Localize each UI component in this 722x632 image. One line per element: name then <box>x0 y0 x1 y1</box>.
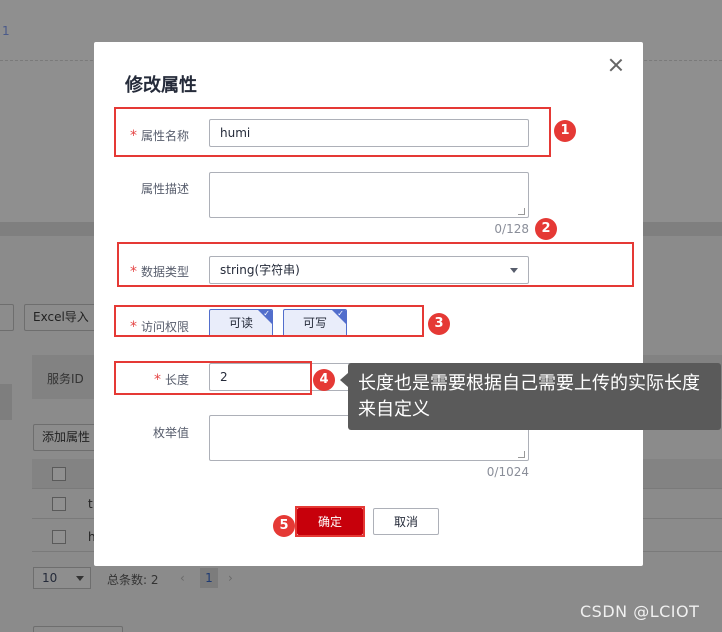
annotation-badge: 2 <box>535 218 557 240</box>
annotation-badge: 1 <box>554 120 576 142</box>
total-count: 总条数: 2 <box>107 573 159 587</box>
property-description-textarea[interactable] <box>209 172 529 218</box>
annotation-box <box>295 506 365 537</box>
chevron-right-icon[interactable]: › <box>228 571 233 585</box>
annotation-badge: 3 <box>428 313 450 335</box>
description-char-counter: 0/128 <box>494 222 529 236</box>
enum-values-label: 枚举值 <box>152 426 189 440</box>
annotation-box <box>117 242 634 287</box>
dialog-title: 修改属性 <box>125 75 197 96</box>
row-checkbox[interactable] <box>52 530 66 544</box>
resize-handle-icon[interactable] <box>518 208 525 215</box>
service-id-label: 服务ID <box>47 372 84 386</box>
row-checkbox[interactable] <box>52 497 66 511</box>
table-cell: t <box>88 497 93 511</box>
watermark: CSDN @LCIOT <box>580 602 700 621</box>
chevron-down-icon <box>76 576 84 581</box>
chevron-left-icon[interactable]: ‹ <box>180 571 185 585</box>
cancel-button[interactable]: 取消 <box>373 508 439 535</box>
excel-import-button[interactable]: Excel导入 <box>24 304 104 331</box>
background-side-tab <box>0 384 12 420</box>
page-size-select[interactable]: 10 <box>33 567 91 589</box>
background-button-partial[interactable] <box>0 304 14 331</box>
close-icon[interactable] <box>608 57 624 73</box>
annotation-box <box>114 107 551 157</box>
annotation-box <box>114 361 312 395</box>
background-top-number: 1 <box>2 24 10 38</box>
add-property-button[interactable]: 添加属性 <box>33 424 103 451</box>
enum-char-counter: 0/1024 <box>486 465 529 479</box>
current-page-button[interactable]: 1 <box>200 568 218 588</box>
tooltip-arrow <box>340 373 348 387</box>
annotation-box <box>114 305 424 337</box>
annotation-badge: 5 <box>273 515 295 537</box>
annotation-tooltip: 长度也是需要根据自己需要上传的实际长度来自定义 <box>340 363 721 430</box>
annotation-badge: 4 <box>313 369 335 391</box>
property-description-label: 属性描述 <box>140 182 189 196</box>
resize-handle-icon[interactable] <box>518 451 525 458</box>
background-bottom-button[interactable] <box>33 626 123 632</box>
select-all-checkbox[interactable] <box>52 467 66 481</box>
